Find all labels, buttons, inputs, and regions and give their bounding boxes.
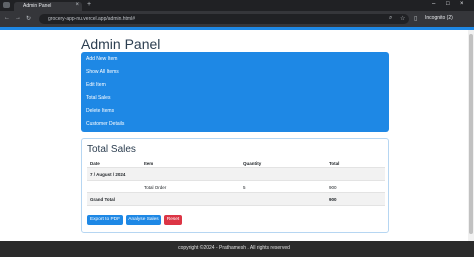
total-sales-card: Total Sales Date Item Quantity Total 7 /…: [81, 138, 389, 233]
menu-item-add-new-item[interactable]: Add New Item: [86, 56, 117, 62]
close-tab-icon[interactable]: ×: [75, 2, 79, 8]
zoom-icon[interactable]: ⌕: [389, 15, 392, 22]
page-footer: copyright ©2024 - Prathamesh . All right…: [0, 241, 474, 257]
analyse-sales-button[interactable]: Analyse Sales: [126, 215, 161, 225]
menu-item-edit-item[interactable]: Edit Item: [86, 82, 106, 88]
tab-title: Admin Panel: [23, 3, 52, 9]
reset-button[interactable]: Reset: [164, 215, 182, 225]
export-pdf-button[interactable]: Export to PDF: [87, 215, 123, 225]
maximize-icon[interactable]: □: [446, 1, 450, 7]
menu-item-delete-items[interactable]: Delete Items: [86, 108, 114, 114]
row-item: Total Order: [144, 185, 167, 190]
table-row-date-group: 7 / August / 2024: [87, 168, 385, 181]
browser-tab[interactable]: Admin Panel ×: [14, 2, 82, 11]
menu-item-show-all-items[interactable]: Show All Items: [86, 69, 119, 75]
header-date: Date: [90, 161, 100, 166]
row-quantity: 5: [243, 185, 246, 190]
browser-tab-strip: Admin Panel × + – □ ×: [0, 0, 474, 11]
header-total: Total: [329, 161, 340, 166]
row-total: 900: [329, 185, 337, 190]
total-sales-heading: Total Sales: [87, 144, 136, 155]
table-row-grand-total: Grand Total 900: [87, 193, 385, 206]
scrollbar-thumb[interactable]: [469, 34, 473, 234]
page-title: Admin Panel: [81, 36, 161, 52]
copyright-text: copyright ©2024 - Prathamesh . All right…: [178, 245, 290, 251]
close-window-icon[interactable]: ×: [460, 1, 464, 7]
sidebar-icon[interactable]: ▯: [414, 15, 417, 22]
incognito-indicator[interactable]: Incognito (2): [425, 15, 453, 21]
forward-icon[interactable]: →: [15, 15, 21, 21]
grand-total-value: 900: [329, 197, 337, 202]
admin-menu: Add New Item Show All Items Edit Item To…: [81, 52, 389, 132]
header-quantity: Quantity: [243, 161, 262, 166]
menu-item-customer-details[interactable]: Customer Details: [86, 121, 124, 127]
url-text: grocery-app-nu.vercel.app/admin.html#: [48, 16, 135, 22]
minimize-icon[interactable]: –: [432, 1, 435, 7]
table-header-row: Date Item Quantity Total: [87, 159, 385, 168]
reload-icon[interactable]: ↻: [26, 15, 31, 22]
new-tab-icon[interactable]: +: [87, 1, 91, 8]
table-row: Total Order 5 900: [87, 181, 385, 193]
header-item: Item: [144, 161, 154, 166]
browser-toolbar: ← → ↻ grocery-app-nu.vercel.app/admin.ht…: [0, 11, 474, 27]
scrollbar[interactable]: [468, 30, 474, 241]
bookmark-star-icon[interactable]: ☆: [400, 15, 405, 22]
grand-total-label: Grand Total: [90, 197, 115, 202]
address-bar[interactable]: grocery-app-nu.vercel.app/admin.html#: [39, 14, 409, 24]
date-group-label: 7 / August / 2024: [90, 172, 126, 177]
menu-item-total-sales[interactable]: Total Sales: [86, 95, 110, 101]
back-icon[interactable]: ←: [4, 15, 10, 21]
tab-search-icon[interactable]: [3, 2, 10, 8]
